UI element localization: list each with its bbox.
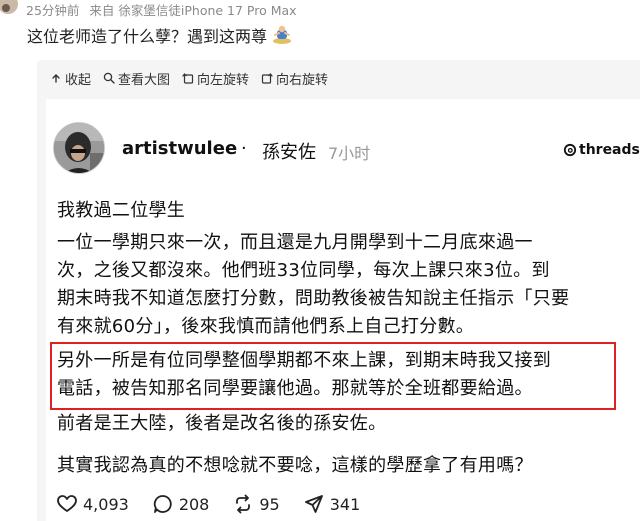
- weibo-caption-text: 这位老师造了什么孽？遇到这两尊: [27, 27, 268, 46]
- image-toolbar: 收起 查看大图 向左旋转 向右旋转: [50, 68, 340, 88]
- post-text-line-6: 另外一所是有位同學整個學期都不來上課，到期末時我又接到: [57, 350, 552, 371]
- weibo-caption: 这位老师造了什么孽？遇到这两尊: [27, 22, 293, 48]
- rotate-right-icon: [261, 73, 273, 84]
- share-button[interactable]: 341: [304, 494, 361, 514]
- rotate-right-button[interactable]: 向右旋转: [261, 69, 328, 88]
- weibo-post-source[interactable]: 来自 徐家堡信徒iPhone 17 Pro Max: [89, 0, 296, 19]
- post-time: 7小时: [328, 144, 371, 163]
- post-username[interactable]: artistwulee: [122, 138, 237, 159]
- post-text-line-9: 其實我認為真的不想唸就不要唸，這樣的學歷拿了有用嗎？: [57, 455, 533, 476]
- share-count: 341: [329, 494, 361, 514]
- like-button[interactable]: 4,093: [57, 495, 129, 514]
- rotate-left-button[interactable]: 向左旋转: [182, 69, 249, 88]
- post-text-line-8: 前者是王大陸，後者是改名後的孫安佐。: [57, 413, 387, 434]
- view-large-label: 查看大图: [118, 72, 171, 88]
- threads-brand: threads: [563, 142, 640, 158]
- weibo-meta-line: 25分钟前 来自 徐家堡信徒iPhone 17 Pro Max: [0, 0, 297, 18]
- weibo-avatar[interactable]: [0, 0, 24, 18]
- send-icon: [304, 495, 323, 513]
- rotate-left-icon: [182, 73, 194, 84]
- rotate-left-label: 向左旋转: [197, 72, 250, 88]
- magnifier-icon: [103, 72, 115, 84]
- worship-emoji-icon: [271, 25, 293, 45]
- repost-count: 95: [259, 494, 280, 514]
- repost-button[interactable]: 95: [233, 494, 280, 514]
- collapse-button[interactable]: 收起: [50, 69, 91, 88]
- post-stats: 4,093 208 95 341: [57, 494, 384, 514]
- post-text-line-5: 有來就60分」，後來我慎而請他們系上自己打分數。: [57, 316, 475, 337]
- threads-logo-icon: [563, 143, 577, 157]
- weibo-post-time: 25分钟前: [26, 2, 80, 18]
- heart-icon: [57, 495, 77, 512]
- post-text-line-4: 期末時我不知道怎麼打分數，問助教後被告知說主任指示「只要: [57, 288, 570, 309]
- like-count: 4,093: [83, 494, 129, 514]
- post-realname: 孫安佐: [262, 142, 316, 163]
- comment-count: 208: [178, 494, 210, 514]
- collapse-icon: [52, 74, 60, 83]
- post-name-separator: ·: [241, 138, 247, 159]
- collapse-label: 收起: [65, 72, 92, 88]
- post-author-avatar: [53, 122, 105, 174]
- post-text-line-3: 次，之後又都沒來。他們班33位同學，每次上課只來3位。到: [57, 260, 550, 281]
- comment-button[interactable]: 208: [153, 494, 210, 514]
- rotate-right-label: 向右旋转: [276, 72, 329, 88]
- repost-icon: [236, 494, 251, 514]
- post-text-line-1: 我教過二位學生: [57, 200, 186, 221]
- threads-brand-label: threads: [579, 142, 640, 158]
- post-text-line-2: 一位一學期只來一次，而且還是九月開學到十二月底來過一: [57, 232, 533, 253]
- view-large-button[interactable]: 查看大图: [103, 69, 170, 88]
- post-text-line-7: 電話，被告知那名同學要讓他過。那就等於全班都要給過。: [57, 378, 533, 399]
- comment-icon: [153, 495, 172, 513]
